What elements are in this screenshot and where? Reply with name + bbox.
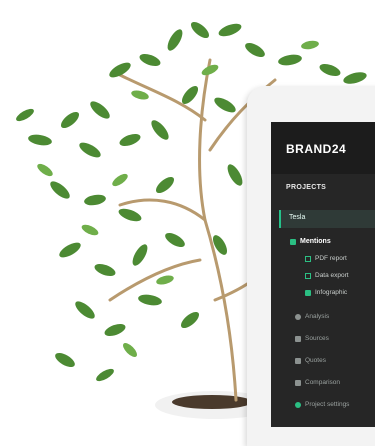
projects-section-title: PROJECTS <box>286 184 327 191</box>
sidebar-item-data-export[interactable]: Data export <box>305 272 349 279</box>
sidebar-item-mentions[interactable]: Mentions <box>290 238 331 245</box>
quotes-icon <box>295 357 301 364</box>
sidebar-item-label: Sources <box>305 335 329 342</box>
sidebar-item-label: Project settings <box>305 401 350 408</box>
sidebar-item-quotes[interactable]: Quotes <box>295 357 326 364</box>
sidebar-item-label: Comparison <box>305 379 341 386</box>
sidebar-item-label: Quotes <box>305 357 326 364</box>
sidebar-item-analysis[interactable]: Analysis <box>295 313 329 320</box>
sidebar-item-label: Mentions <box>300 238 331 245</box>
infographic-icon <box>305 289 311 296</box>
sidebar-item-pdf-report[interactable]: PDF report <box>305 255 347 262</box>
mentions-icon <box>290 238 296 245</box>
sidebar-item-infographic[interactable]: Infographic <box>305 289 347 296</box>
hero-scene: BRAND24 PROJECTS Tesla Mentions PDF repo… <box>0 0 375 446</box>
brand-logo: BRAND24 <box>286 142 347 156</box>
data-export-icon <box>305 272 311 279</box>
sidebar-item-sources[interactable]: Sources <box>295 335 329 342</box>
analysis-icon <box>295 313 301 320</box>
project-item-label: Tesla <box>289 214 306 221</box>
sidebar-item-label: PDF report <box>315 255 347 262</box>
sidebar-item-label: Analysis <box>305 313 330 320</box>
sidebar-item-label: Infographic <box>315 289 348 296</box>
sidebar-item-comparison[interactable]: Comparison <box>295 379 340 386</box>
sidebar-item-project-settings[interactable]: Project settings <box>295 401 349 408</box>
app-sidebar: BRAND24 PROJECTS Tesla Mentions PDF repo… <box>271 122 375 427</box>
pdf-icon <box>305 255 311 262</box>
share-icon <box>295 401 301 408</box>
sources-icon <box>295 335 301 342</box>
logo-bar: BRAND24 <box>271 122 375 174</box>
project-item-active[interactable]: Tesla <box>279 210 375 228</box>
comparison-icon <box>295 379 301 386</box>
sidebar-item-label: Data export <box>315 272 349 279</box>
